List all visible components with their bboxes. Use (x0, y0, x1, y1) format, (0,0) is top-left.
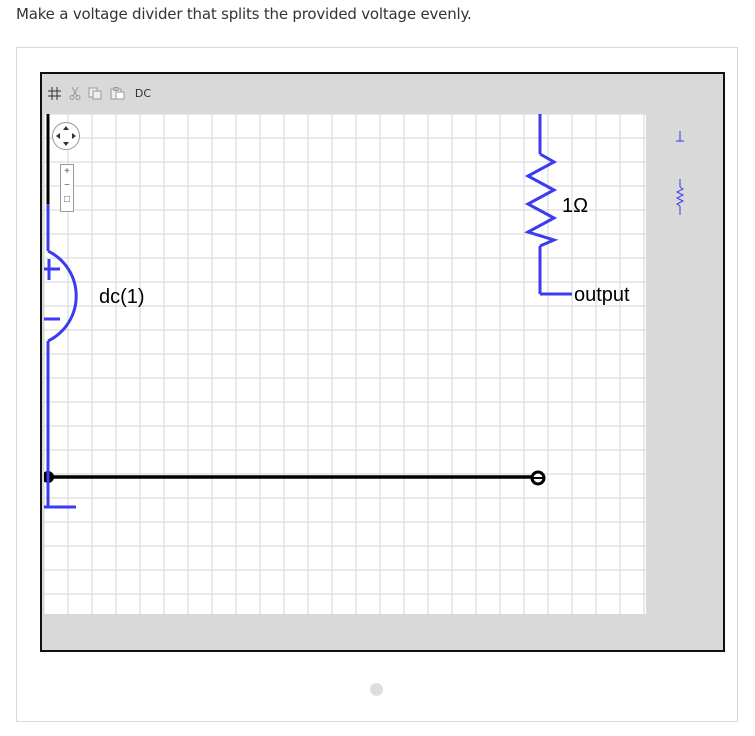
schematic-canvas[interactable]: dc(1) 1Ω output + − □ (44, 114, 646, 614)
resistor-icon[interactable] (672, 179, 688, 215)
status-indicator (370, 683, 383, 696)
schematic-drawing: dc(1) 1Ω output (44, 114, 646, 614)
schematic-toolbar: DC (42, 74, 723, 112)
pan-control[interactable] (52, 122, 80, 150)
problem-prompt: Make a voltage divider that splits the p… (16, 5, 472, 23)
zoom-fit-icon[interactable]: □ (61, 193, 73, 207)
copy-icon[interactable] (87, 86, 103, 100)
schematic-editor: DC dc(1) 1Ω output + − □ (40, 72, 725, 652)
ground-symbol[interactable] (44, 477, 76, 509)
probe-terminal[interactable] (530, 470, 546, 486)
source-label: dc(1) (99, 286, 145, 308)
dc-analysis-button[interactable]: DC (131, 86, 155, 100)
zoom-in-icon[interactable]: + (61, 165, 73, 179)
grid-icon[interactable] (47, 86, 61, 100)
voltage-source[interactable] (44, 204, 78, 477)
zoom-out-icon[interactable]: − (61, 179, 73, 193)
ground-icon[interactable] (672, 129, 688, 145)
port-label: output (574, 284, 630, 306)
paste-icon[interactable] (109, 86, 125, 100)
resistor-label: 1Ω (562, 195, 588, 217)
scissors-icon[interactable] (68, 86, 82, 100)
grid-lines (44, 114, 646, 614)
zoom-control[interactable]: + − □ (60, 164, 74, 212)
